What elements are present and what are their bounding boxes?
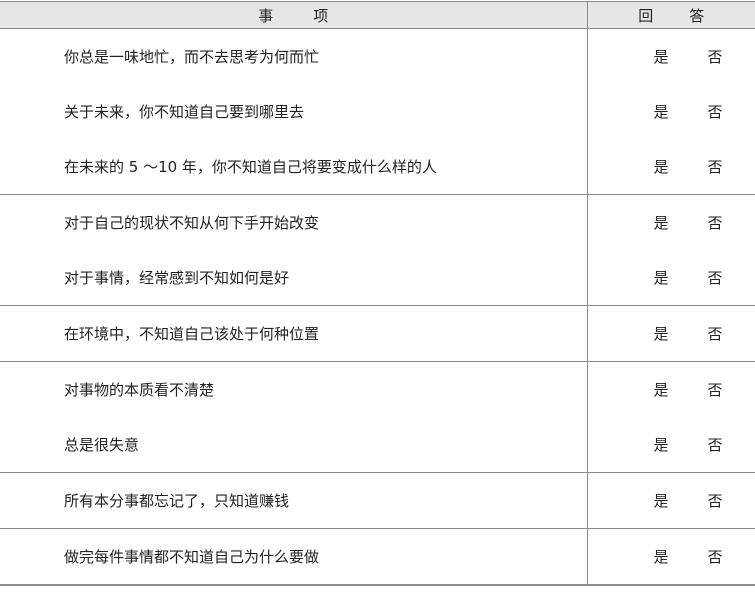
- table-row: 对于事情，经常感到不知如何是好 是否: [0, 250, 755, 306]
- row-question: 总是很失意: [0, 417, 588, 473]
- header-answer-char-2: 答: [689, 6, 705, 25]
- table-row: 总是很失意 是否: [0, 417, 755, 473]
- row-question: 对事物的本质看不清楚: [0, 361, 588, 417]
- header-answer-column: 回答: [587, 1, 755, 29]
- header-item-char-1: 事: [258, 6, 274, 25]
- row-question: 在未来的 5 ～10 年，你不知道自己将要变成什么样的人: [0, 139, 588, 195]
- row-answer-options: 是否: [587, 195, 755, 251]
- answer-yes-option[interactable]: 是: [654, 379, 669, 400]
- row-question: 在环境中，不知道自己该处于何种位置: [0, 305, 588, 362]
- row-question: 关于未来，你不知道自己要到哪里去: [0, 84, 588, 139]
- answer-yes-option[interactable]: 是: [654, 267, 669, 288]
- row-answer-options: 是否: [587, 84, 755, 139]
- row-answer-options: 是否: [587, 472, 755, 529]
- answer-yes-option[interactable]: 是: [654, 101, 669, 122]
- answer-no-option[interactable]: 否: [708, 212, 723, 233]
- row-answer-options: 是否: [587, 139, 755, 195]
- table-row: 对事物的本质看不清楚 是否: [0, 361, 755, 418]
- table-row: 在环境中，不知道自己该处于何种位置 是否: [0, 305, 755, 362]
- table-row: 你总是一味地忙，而不去思考为何而忙 是否: [0, 28, 755, 85]
- answer-no-option[interactable]: 否: [708, 46, 723, 67]
- row-answer-options: 是否: [587, 528, 755, 586]
- answer-yes-option[interactable]: 是: [654, 546, 669, 567]
- answer-yes-option[interactable]: 是: [654, 323, 669, 344]
- table-row: 做完每件事情都不知道自己为什么要做 是否: [0, 528, 755, 586]
- answer-no-option[interactable]: 否: [708, 434, 723, 455]
- answer-no-option[interactable]: 否: [708, 379, 723, 400]
- table-header-row: 事项 回答: [0, 1, 755, 29]
- questionnaire-table: 事项 回答 你总是一味地忙，而不去思考为何而忙 是否 关于未来，你不知道自己要到…: [0, 1, 755, 586]
- answer-no-option[interactable]: 否: [708, 267, 723, 288]
- answer-yes-option[interactable]: 是: [654, 212, 669, 233]
- answer-yes-option[interactable]: 是: [654, 46, 669, 67]
- table-row: 在未来的 5 ～10 年，你不知道自己将要变成什么样的人 是否: [0, 139, 755, 195]
- row-question: 做完每件事情都不知道自己为什么要做: [0, 528, 588, 586]
- row-answer-options: 是否: [587, 362, 755, 418]
- answer-no-option[interactable]: 否: [708, 323, 723, 344]
- row-question: 对于自己的现状不知从何下手开始改变: [0, 194, 588, 250]
- header-item-column: 事项: [0, 1, 588, 29]
- header-item-char-2: 项: [313, 6, 329, 25]
- answer-no-option[interactable]: 否: [708, 156, 723, 177]
- row-question: 你总是一味地忙，而不去思考为何而忙: [0, 28, 588, 84]
- questionnaire-sheet: 事项 回答 你总是一味地忙，而不去思考为何而忙 是否 关于未来，你不知道自己要到…: [0, 0, 755, 616]
- row-question: 所有本分事都忘记了，只知道赚钱: [0, 472, 588, 529]
- header-answer-char-1: 回: [638, 6, 654, 25]
- row-question: 对于事情，经常感到不知如何是好: [0, 250, 588, 306]
- table-row: 所有本分事都忘记了，只知道赚钱 是否: [0, 472, 755, 529]
- answer-yes-option[interactable]: 是: [654, 156, 669, 177]
- answer-no-option[interactable]: 否: [708, 101, 723, 122]
- answer-yes-option[interactable]: 是: [654, 490, 669, 511]
- row-answer-options: 是否: [587, 305, 755, 362]
- answer-no-option[interactable]: 否: [708, 490, 723, 511]
- table-row: 对于自己的现状不知从何下手开始改变 是否: [0, 194, 755, 251]
- row-answer-options: 是否: [587, 29, 755, 85]
- answer-no-option[interactable]: 否: [708, 546, 723, 567]
- table-row: 关于未来，你不知道自己要到哪里去 是否: [0, 84, 755, 139]
- row-answer-options: 是否: [587, 250, 755, 306]
- answer-yes-option[interactable]: 是: [654, 434, 669, 455]
- row-answer-options: 是否: [587, 417, 755, 473]
